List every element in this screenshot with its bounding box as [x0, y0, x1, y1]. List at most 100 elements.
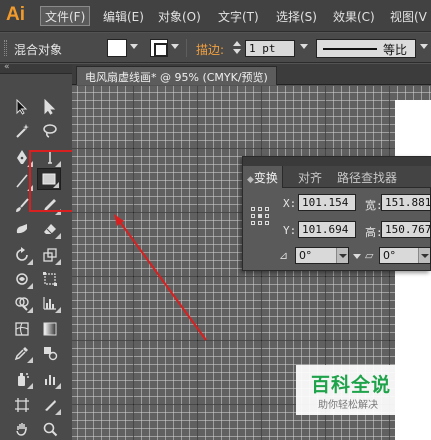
- watermark-subtitle: 助你轻松解决: [318, 400, 378, 411]
- grip-handle[interactable]: [4, 40, 7, 56]
- stroke-swatch[interactable]: [150, 39, 168, 57]
- divider: [186, 39, 187, 57]
- reference-point[interactable]: [258, 214, 262, 218]
- rotate-select[interactable]: 0°: [295, 247, 349, 264]
- eyedropper-tool[interactable]: [10, 342, 34, 364]
- tab-align[interactable]: 对齐: [298, 169, 322, 186]
- menu-object[interactable]: 对象(O): [158, 8, 201, 26]
- height-label: 高:: [365, 226, 383, 239]
- zoom-tool[interactable]: [38, 418, 62, 440]
- reference-point[interactable]: [258, 207, 262, 211]
- document-tab[interactable]: 电风扇虚线画* @ 95% (CMYK/预览): [76, 66, 277, 85]
- tools-panel-tab[interactable]: «: [0, 62, 72, 74]
- width-input[interactable]: 151.881: [381, 194, 431, 211]
- rotate-dropdown-icon[interactable]: [336, 248, 348, 263]
- fill-swatch[interactable]: [107, 39, 127, 57]
- y-input[interactable]: 101.694: [298, 221, 356, 238]
- stroke-dropdown-icon[interactable]: [171, 44, 179, 49]
- lasso-tool[interactable]: [38, 120, 62, 142]
- selection-type-label: 混合对象: [14, 43, 63, 57]
- magic-wand-icon: [16, 124, 29, 138]
- shear-select[interactable]: 0°: [379, 247, 431, 264]
- stroke-profile-select[interactable]: 等比: [316, 39, 416, 58]
- document-tab-bar: 电风扇虚线画* @ 95% (CMYK/预览): [72, 64, 431, 85]
- selection-tool[interactable]: [10, 96, 34, 118]
- artboard-icon: [15, 398, 29, 412]
- tab-pathfinder[interactable]: 路径查找器: [337, 169, 397, 186]
- reference-point[interactable]: [258, 221, 262, 225]
- rotate-tool[interactable]: [10, 244, 34, 266]
- mesh-tool[interactable]: [10, 318, 34, 340]
- eraser-tool[interactable]: [38, 218, 62, 240]
- warp-tool[interactable]: [10, 268, 34, 290]
- tool-flyout-icon: [27, 259, 33, 265]
- collapse-icon[interactable]: «: [4, 62, 10, 72]
- menu-effect[interactable]: 效果(C): [333, 8, 375, 26]
- blend-tool[interactable]: [38, 342, 62, 364]
- stroke-label[interactable]: 描边:: [196, 41, 224, 58]
- paintbrush-icon: [16, 198, 29, 212]
- menu-edit[interactable]: 编辑(E): [103, 8, 144, 26]
- tool-flyout-icon: [55, 233, 61, 239]
- hand-icon: [16, 423, 27, 436]
- artboard-tool[interactable]: [10, 394, 34, 416]
- menu-bar: Ai 文件(F) 编辑(E) 对象(O) 文字(T) 选择(S) 效果(C) 视…: [0, 0, 431, 32]
- column-graph-tool[interactable]: [38, 368, 62, 390]
- hand-tool[interactable]: [10, 418, 34, 440]
- free-transform-tool[interactable]: [38, 268, 62, 290]
- reference-point[interactable]: [265, 214, 269, 218]
- rotate-angle-icon: ⊿: [279, 249, 289, 262]
- reference-point[interactable]: [251, 214, 255, 218]
- stroke-stepper-icon[interactable]: [232, 41, 242, 55]
- profile-dropdown-icon[interactable]: [420, 44, 428, 49]
- watermark-title: 百科全说: [311, 374, 392, 396]
- menu-select[interactable]: 选择(S): [276, 8, 317, 26]
- transform-panel: ◆变换 对齐 路径查找器 X: 101.154 宽: 151.881 Y: 10…: [242, 156, 431, 271]
- width-label: 宽:: [365, 199, 383, 212]
- tab-transform[interactable]: ◆变换: [243, 166, 283, 188]
- tool-flyout-icon: [27, 307, 33, 313]
- slice-tool[interactable]: [38, 394, 62, 416]
- rotate-menu-icon[interactable]: [353, 254, 361, 259]
- tool-flyout-icon: [27, 357, 33, 363]
- blob-brush-tool[interactable]: [10, 218, 34, 240]
- scale-tool[interactable]: [38, 244, 62, 266]
- tab-transform-label: 变换: [253, 171, 278, 185]
- reference-point[interactable]: [265, 221, 269, 225]
- menu-file[interactable]: 文件(F): [40, 6, 91, 26]
- reference-point[interactable]: [265, 207, 269, 211]
- lasso-icon: [43, 124, 57, 138]
- symbol-sprayer-tool[interactable]: [10, 368, 34, 390]
- control-bar: 混合对象 描边: 1 pt 等比: [0, 33, 431, 63]
- shape-builder-tool[interactable]: [10, 292, 34, 314]
- profile-line-preview: [323, 48, 377, 50]
- reference-point[interactable]: [251, 221, 255, 225]
- shear-angle-icon: ▱: [365, 249, 374, 262]
- chart-tool[interactable]: [38, 292, 62, 314]
- stroke-weight-dropdown-icon[interactable]: [300, 44, 308, 49]
- app-logo: Ai: [6, 4, 25, 25]
- selection-arrow-icon: [16, 99, 28, 115]
- magic-wand-tool[interactable]: [10, 120, 34, 142]
- blob-brush-icon: [16, 224, 27, 234]
- fill-dropdown-icon[interactable]: [130, 44, 138, 49]
- x-label: X:: [283, 197, 297, 210]
- stroke-weight-input[interactable]: 1 pt: [245, 40, 295, 57]
- panel-header[interactable]: [243, 157, 431, 166]
- direct-selection-tool[interactable]: [38, 96, 62, 118]
- x-input[interactable]: 101.154: [298, 194, 356, 211]
- tool-flyout-icon: [55, 383, 61, 389]
- gradient-tool[interactable]: [38, 318, 62, 340]
- tool-flyout-icon: [55, 259, 61, 265]
- tool-flyout-icon: [55, 307, 61, 313]
- reference-point[interactable]: [251, 207, 255, 211]
- y-label: Y:: [283, 224, 297, 237]
- shear-dropdown-icon[interactable]: [418, 248, 430, 263]
- panel-options-icon[interactable]: ◆: [247, 175, 254, 185]
- rotate-value: 0°: [299, 249, 312, 262]
- zoom-magnifier-icon: [43, 422, 58, 437]
- reference-point-selector[interactable]: [251, 207, 271, 227]
- menu-view[interactable]: 视图(V: [390, 8, 427, 26]
- menu-type[interactable]: 文字(T): [218, 8, 259, 26]
- height-input[interactable]: 150.767: [381, 221, 431, 238]
